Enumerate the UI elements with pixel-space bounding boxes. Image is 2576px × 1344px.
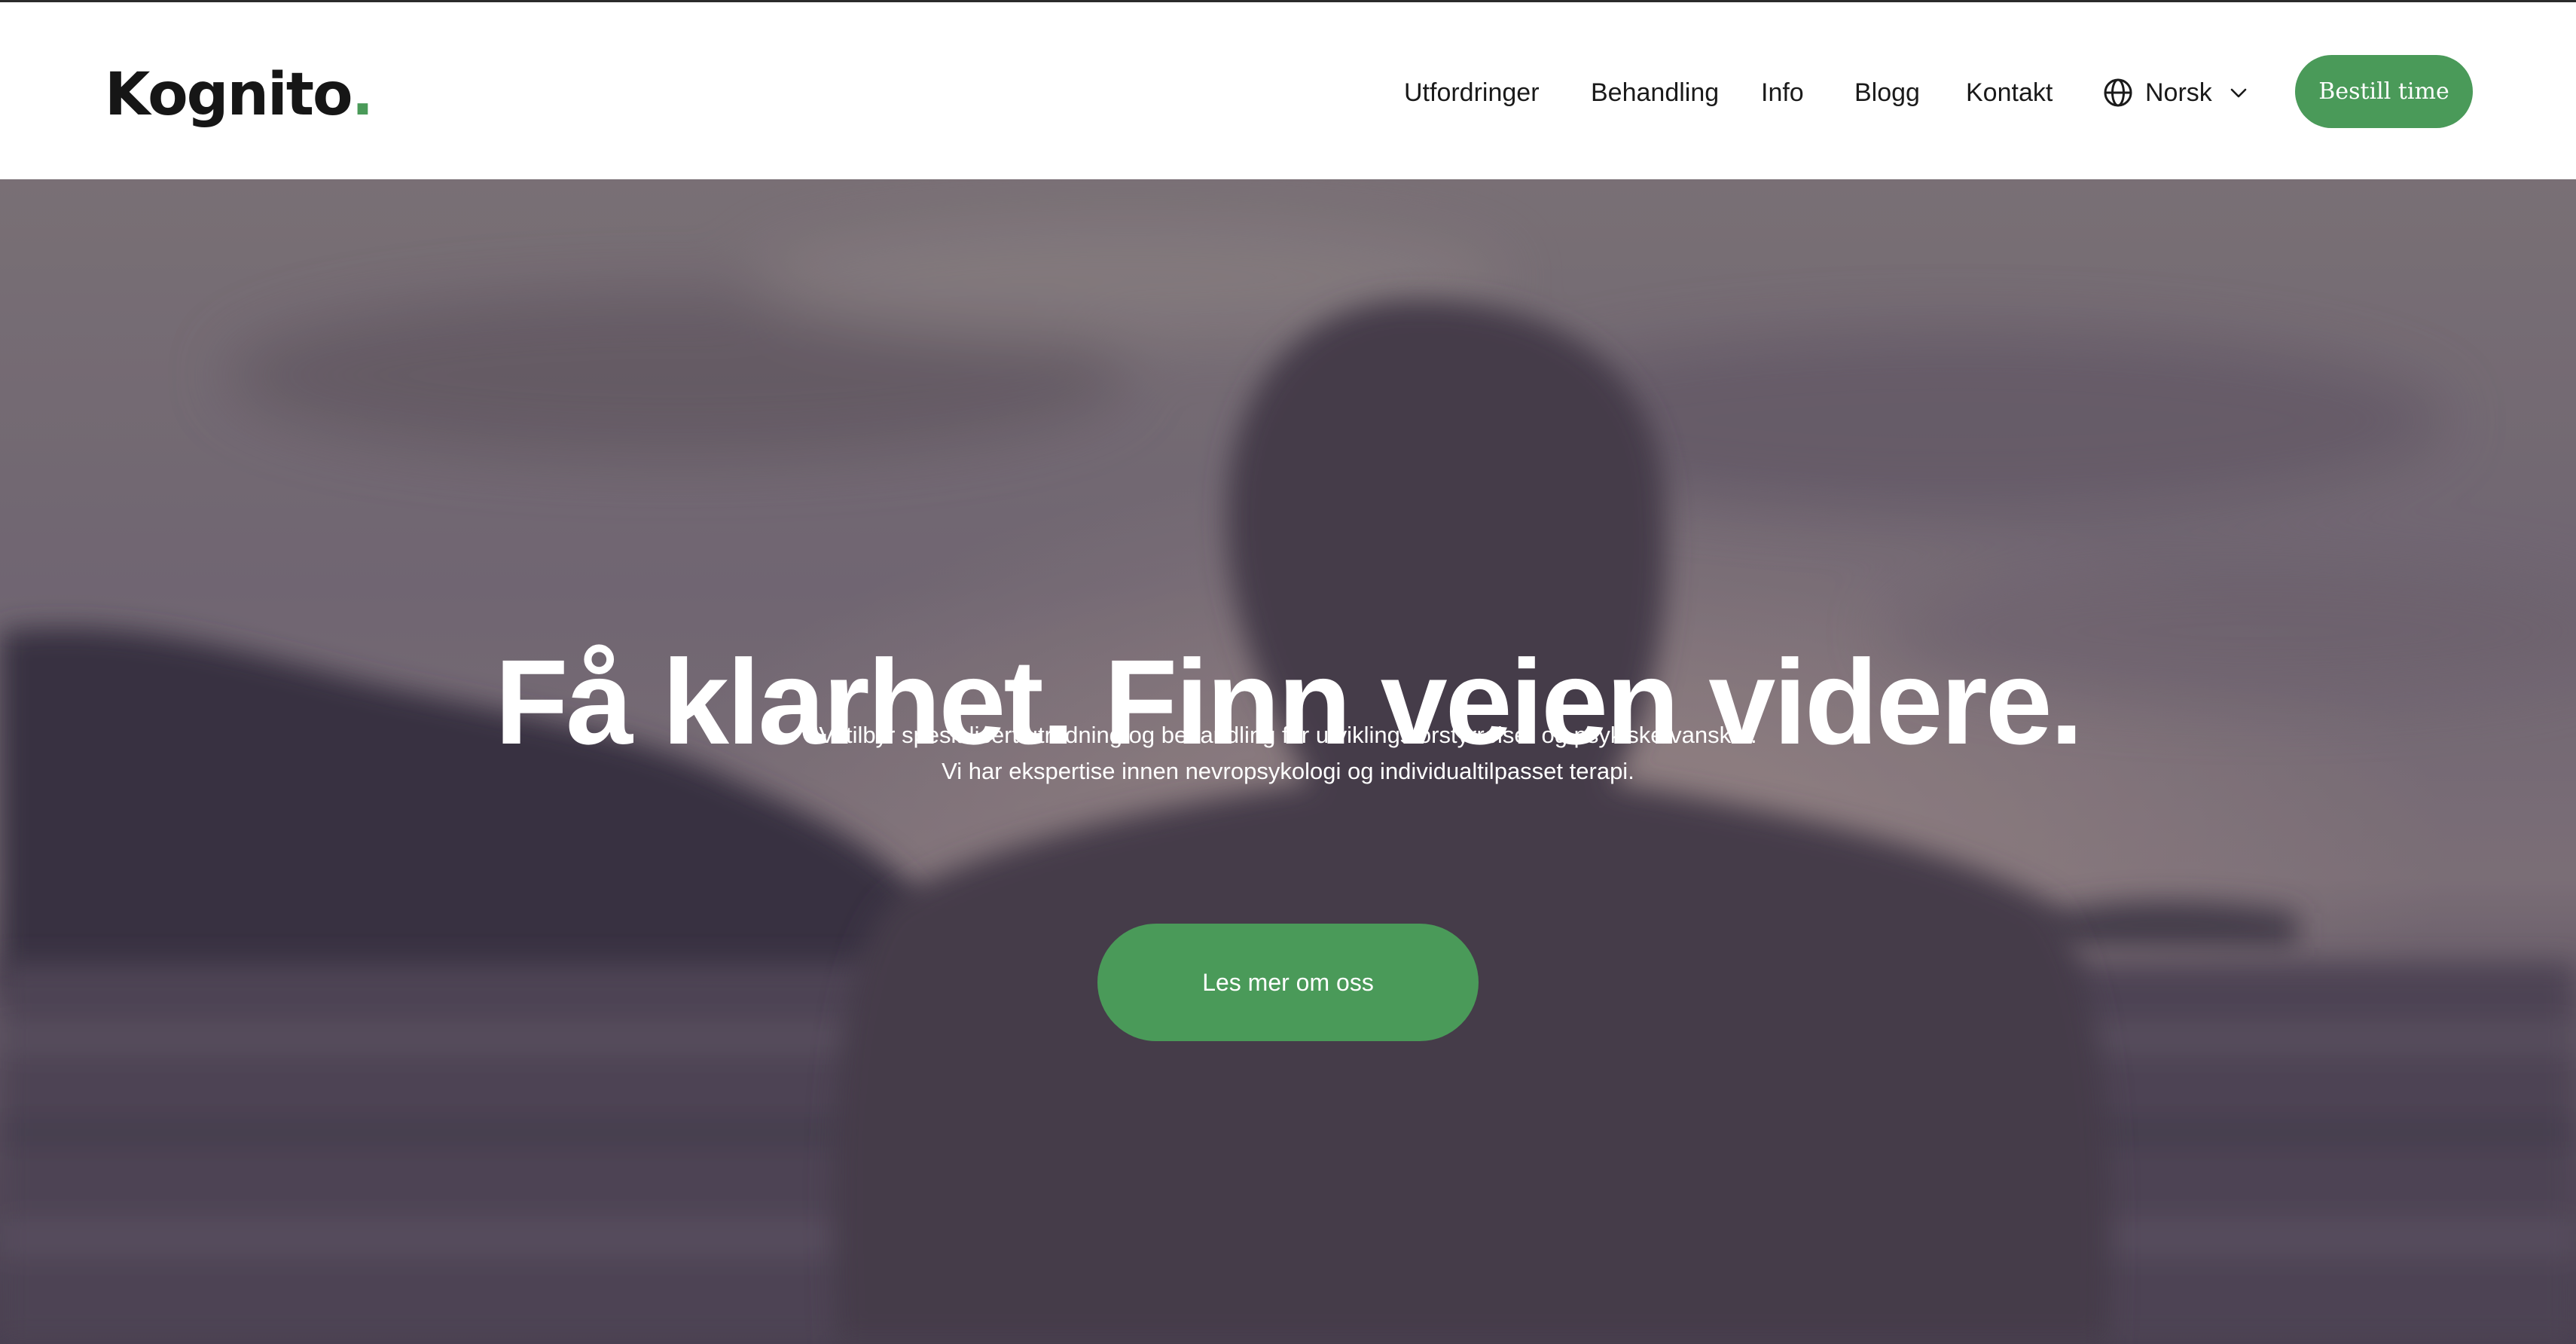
nav-item-behandling[interactable]: Behandling: [1591, 74, 1719, 111]
book-appointment-button[interactable]: Bestill time: [2295, 55, 2473, 128]
nav-item-blogg[interactable]: Blogg: [1854, 74, 1920, 111]
hero-section: Få klarhet. Finn veien videre. Vi tilbyr…: [0, 179, 2576, 1344]
chevron-down-icon: [2230, 88, 2247, 98]
hero-subtitle-line: Vi tilbyr spesialisert utredning og beha…: [819, 722, 1757, 748]
site-header: Kognito. Utfordringer Behandling Info Bl…: [0, 2, 2576, 179]
brand-logo[interactable]: Kognito.: [105, 57, 374, 133]
brand-dot: .: [351, 61, 374, 129]
nav-item-utfordringer[interactable]: Utfordringer: [1404, 74, 1540, 111]
language-label: Norsk: [2145, 78, 2212, 107]
brand-name: Kognito: [105, 61, 353, 129]
hero-subtitle-line: Vi har ekspertise innen nevropsykologi o…: [942, 758, 1634, 784]
language-selector[interactable]: Norsk: [2103, 74, 2248, 111]
hero-subtitle: Vi tilbyr spesialisert utredning og beha…: [0, 717, 2576, 790]
learn-more-button[interactable]: Les mer om oss: [1097, 924, 1479, 1041]
nav-item-kontakt[interactable]: Kontakt: [1966, 74, 2053, 111]
nav-item-info[interactable]: Info: [1761, 74, 1804, 111]
globe-icon: [2104, 78, 2132, 107]
